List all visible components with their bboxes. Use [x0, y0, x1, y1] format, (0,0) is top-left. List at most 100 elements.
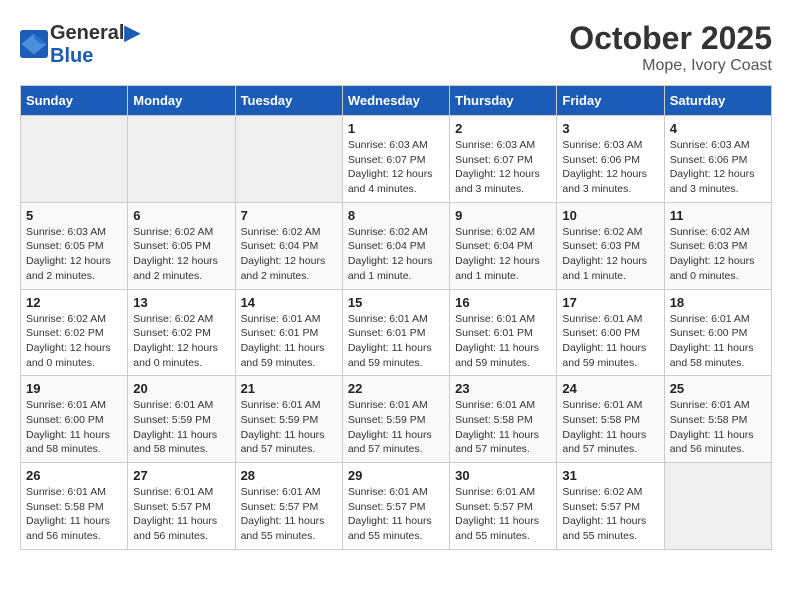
day-number: 26 [26, 468, 122, 483]
day-number: 15 [348, 295, 444, 310]
day-number: 5 [26, 208, 122, 223]
calendar-cell: 7 Sunrise: 6:02 AM Sunset: 6:04 PM Daylig… [235, 202, 342, 289]
day-number: 4 [670, 121, 766, 136]
day-info: Sunrise: 6:01 AM Sunset: 5:59 PM Dayligh… [348, 398, 444, 457]
calendar-week-1: 5 Sunrise: 6:03 AM Sunset: 6:05 PM Daylig… [21, 202, 772, 289]
day-number: 7 [241, 208, 337, 223]
calendar-cell: 30 Sunrise: 6:01 AM Sunset: 5:57 PM Dayli… [450, 463, 557, 550]
day-info: Sunrise: 6:01 AM Sunset: 5:58 PM Dayligh… [562, 398, 658, 457]
day-info: Sunrise: 6:02 AM Sunset: 6:05 PM Dayligh… [133, 225, 229, 284]
day-info: Sunrise: 6:01 AM Sunset: 5:57 PM Dayligh… [133, 485, 229, 544]
day-info: Sunrise: 6:01 AM Sunset: 5:57 PM Dayligh… [241, 485, 337, 544]
weekday-header-saturday: Saturday [664, 86, 771, 116]
day-number: 1 [348, 121, 444, 136]
day-info: Sunrise: 6:01 AM Sunset: 6:00 PM Dayligh… [562, 312, 658, 371]
day-number: 17 [562, 295, 658, 310]
calendar-cell: 23 Sunrise: 6:01 AM Sunset: 5:58 PM Dayli… [450, 376, 557, 463]
day-info: Sunrise: 6:01 AM Sunset: 5:59 PM Dayligh… [241, 398, 337, 457]
calendar-week-3: 19Sunrise: 6:01 AM Sunset: 6:00 PM Dayli… [21, 376, 772, 463]
calendar-cell [664, 463, 771, 550]
day-number: 9 [455, 208, 551, 223]
day-number: 22 [348, 381, 444, 396]
calendar-cell: 6 Sunrise: 6:02 AM Sunset: 6:05 PM Daylig… [128, 202, 235, 289]
day-number: 27 [133, 468, 229, 483]
day-info: Sunrise: 6:01 AM Sunset: 6:00 PM Dayligh… [26, 398, 122, 457]
calendar-cell: 13 Sunrise: 6:02 AM Sunset: 6:02 PM Dayli… [128, 289, 235, 376]
day-number: 24 [562, 381, 658, 396]
day-number: 13 [133, 295, 229, 310]
day-info: Sunrise: 6:02 AM Sunset: 6:02 PM Dayligh… [133, 312, 229, 371]
day-number: 16 [455, 295, 551, 310]
weekday-header-thursday: Thursday [450, 86, 557, 116]
day-info: Sunrise: 6:03 AM Sunset: 6:07 PM Dayligh… [348, 138, 444, 197]
day-info: Sunrise: 6:02 AM Sunset: 5:57 PM Dayligh… [562, 485, 658, 544]
calendar-cell [128, 116, 235, 203]
calendar-cell: 1 Sunrise: 6:03 AM Sunset: 6:07 PM Daylig… [342, 116, 449, 203]
calendar-cell: 28 Sunrise: 6:01 AM Sunset: 5:57 PM Dayli… [235, 463, 342, 550]
day-number: 6 [133, 208, 229, 223]
day-number: 29 [348, 468, 444, 483]
calendar-cell: 31 Sunrise: 6:02 AM Sunset: 5:57 PM Dayli… [557, 463, 664, 550]
calendar-cell: 20 Sunrise: 6:01 AM Sunset: 5:59 PM Dayli… [128, 376, 235, 463]
location: Mope, Ivory Coast [569, 57, 772, 75]
calendar-cell: 22 Sunrise: 6:01 AM Sunset: 5:59 PM Dayli… [342, 376, 449, 463]
calendar-week-2: 12Sunrise: 6:02 AM Sunset: 6:02 PM Dayli… [21, 289, 772, 376]
day-info: Sunrise: 6:03 AM Sunset: 6:06 PM Dayligh… [670, 138, 766, 197]
day-info: Sunrise: 6:02 AM Sunset: 6:03 PM Dayligh… [562, 225, 658, 284]
month-title: October 2025 [569, 20, 772, 57]
calendar-cell: 14 Sunrise: 6:01 AM Sunset: 6:01 PM Dayli… [235, 289, 342, 376]
day-number: 28 [241, 468, 337, 483]
logo: General▶ Blue [20, 20, 140, 68]
day-number: 31 [562, 468, 658, 483]
day-number: 3 [562, 121, 658, 136]
calendar-week-0: 1 Sunrise: 6:03 AM Sunset: 6:07 PM Daylig… [21, 116, 772, 203]
day-number: 20 [133, 381, 229, 396]
day-info: Sunrise: 6:03 AM Sunset: 6:05 PM Dayligh… [26, 225, 122, 284]
day-info: Sunrise: 6:01 AM Sunset: 5:58 PM Dayligh… [26, 485, 122, 544]
calendar-cell: 24 Sunrise: 6:01 AM Sunset: 5:58 PM Dayli… [557, 376, 664, 463]
calendar-table: SundayMondayTuesdayWednesdayThursdayFrid… [20, 85, 772, 550]
page-header: General▶ Blue October 2025 Mope, Ivory C… [20, 20, 772, 75]
day-number: 11 [670, 208, 766, 223]
calendar-cell: 12Sunrise: 6:02 AM Sunset: 6:02 PM Dayli… [21, 289, 128, 376]
day-number: 10 [562, 208, 658, 223]
day-number: 14 [241, 295, 337, 310]
calendar-cell: 9 Sunrise: 6:02 AM Sunset: 6:04 PM Daylig… [450, 202, 557, 289]
logo-text: General▶ Blue [50, 20, 140, 68]
day-info: Sunrise: 6:01 AM Sunset: 5:57 PM Dayligh… [455, 485, 551, 544]
calendar-cell: 29Sunrise: 6:01 AM Sunset: 5:57 PM Dayli… [342, 463, 449, 550]
day-info: Sunrise: 6:01 AM Sunset: 6:01 PM Dayligh… [348, 312, 444, 371]
day-info: Sunrise: 6:03 AM Sunset: 6:06 PM Dayligh… [562, 138, 658, 197]
calendar-cell: 27 Sunrise: 6:01 AM Sunset: 5:57 PM Dayli… [128, 463, 235, 550]
day-info: Sunrise: 6:02 AM Sunset: 6:03 PM Dayligh… [670, 225, 766, 284]
day-info: Sunrise: 6:02 AM Sunset: 6:04 PM Dayligh… [241, 225, 337, 284]
day-info: Sunrise: 6:01 AM Sunset: 6:01 PM Dayligh… [455, 312, 551, 371]
title-block: October 2025 Mope, Ivory Coast [569, 20, 772, 75]
calendar-cell: 3 Sunrise: 6:03 AM Sunset: 6:06 PM Daylig… [557, 116, 664, 203]
day-info: Sunrise: 6:02 AM Sunset: 6:02 PM Dayligh… [26, 312, 122, 371]
day-info: Sunrise: 6:01 AM Sunset: 5:58 PM Dayligh… [455, 398, 551, 457]
calendar-week-4: 26 Sunrise: 6:01 AM Sunset: 5:58 PM Dayli… [21, 463, 772, 550]
weekday-header-wednesday: Wednesday [342, 86, 449, 116]
day-number: 23 [455, 381, 551, 396]
calendar-cell: 10 Sunrise: 6:02 AM Sunset: 6:03 PM Dayli… [557, 202, 664, 289]
day-info: Sunrise: 6:01 AM Sunset: 6:01 PM Dayligh… [241, 312, 337, 371]
calendar-cell: 26 Sunrise: 6:01 AM Sunset: 5:58 PM Dayli… [21, 463, 128, 550]
calendar-cell: 19Sunrise: 6:01 AM Sunset: 6:00 PM Dayli… [21, 376, 128, 463]
day-number: 8 [348, 208, 444, 223]
calendar-cell: 11 Sunrise: 6:02 AM Sunset: 6:03 PM Dayli… [664, 202, 771, 289]
day-number: 2 [455, 121, 551, 136]
day-info: Sunrise: 6:01 AM Sunset: 5:58 PM Dayligh… [670, 398, 766, 457]
day-number: 18 [670, 295, 766, 310]
day-info: Sunrise: 6:01 AM Sunset: 5:59 PM Dayligh… [133, 398, 229, 457]
day-number: 30 [455, 468, 551, 483]
weekday-header-monday: Monday [128, 86, 235, 116]
calendar-cell: 18 Sunrise: 6:01 AM Sunset: 6:00 PM Dayli… [664, 289, 771, 376]
day-info: Sunrise: 6:02 AM Sunset: 6:04 PM Dayligh… [348, 225, 444, 284]
day-number: 21 [241, 381, 337, 396]
day-info: Sunrise: 6:01 AM Sunset: 6:00 PM Dayligh… [670, 312, 766, 371]
calendar-cell: 17 Sunrise: 6:01 AM Sunset: 6:00 PM Dayli… [557, 289, 664, 376]
calendar-cell: 15 Sunrise: 6:01 AM Sunset: 6:01 PM Dayli… [342, 289, 449, 376]
weekday-header-tuesday: Tuesday [235, 86, 342, 116]
day-info: Sunrise: 6:02 AM Sunset: 6:04 PM Dayligh… [455, 225, 551, 284]
